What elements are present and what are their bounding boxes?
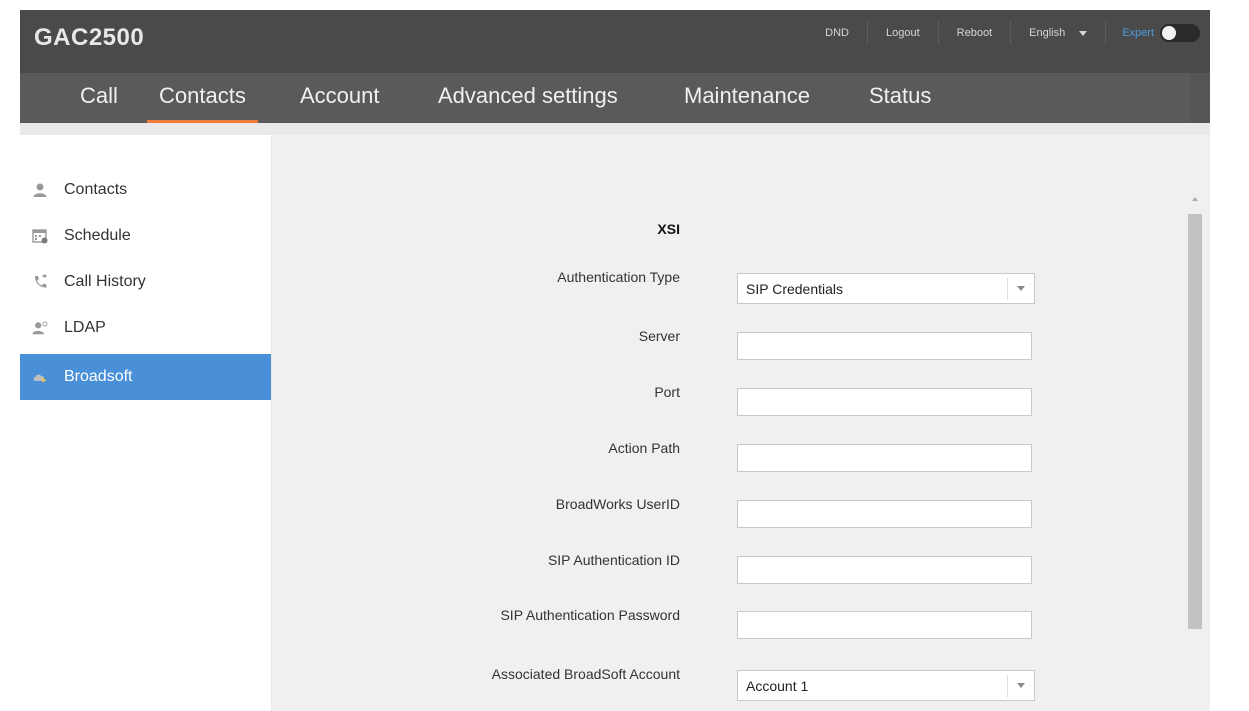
expert-label: Expert bbox=[1122, 27, 1154, 39]
tab-maintenance[interactable]: Maintenance bbox=[684, 73, 810, 123]
form-row-action-path: Action Path bbox=[272, 440, 1210, 472]
expert-toggle[interactable] bbox=[1160, 24, 1200, 42]
field-label: SIP Authentication Password bbox=[500, 607, 680, 623]
chevron-down-icon bbox=[1008, 286, 1034, 291]
sidebar-item-label: Call History bbox=[64, 273, 146, 290]
sidebar-item-contacts[interactable]: Contacts bbox=[20, 167, 271, 213]
top-bar: GAC2500 DND Logout Reboot English Expert bbox=[20, 10, 1210, 73]
form-row-sip-authentication-password: SIP Authentication Password bbox=[272, 607, 1210, 639]
port-input[interactable] bbox=[737, 388, 1032, 416]
form-row-port: Port bbox=[272, 384, 1210, 416]
sidebar-item-broadsoft[interactable]: Broadsoft bbox=[20, 354, 271, 400]
main-nav: Call Contacts Account Advanced settings … bbox=[20, 73, 1210, 123]
logout-link[interactable]: Logout bbox=[868, 21, 939, 45]
language-label: English bbox=[1029, 27, 1066, 39]
tab-contacts[interactable]: Contacts bbox=[147, 73, 258, 123]
form-row-associated-broadsoft-account: Associated BroadSoft Account Account 1 bbox=[272, 666, 1210, 701]
dnd-link[interactable]: DND bbox=[807, 21, 868, 45]
broadworks-userid-input[interactable] bbox=[737, 500, 1032, 528]
expert-mode: Expert bbox=[1106, 24, 1210, 42]
form-row-server: Server bbox=[272, 328, 1210, 360]
reboot-link[interactable]: Reboot bbox=[939, 21, 1012, 45]
form-row-sip-authentication-id: SIP Authentication ID bbox=[272, 552, 1210, 584]
sidebar: Contacts Schedule Call History LDAP Broa… bbox=[20, 135, 271, 711]
scroll-up-arrow-icon[interactable] bbox=[1192, 197, 1198, 201]
authentication-type-select[interactable]: SIP Credentials bbox=[737, 273, 1035, 304]
field-label: Authentication Type bbox=[557, 269, 680, 285]
top-links: DND Logout Reboot English Expert bbox=[807, 10, 1210, 56]
chevron-down-icon bbox=[1008, 683, 1034, 688]
chevron-down-icon bbox=[1079, 30, 1088, 36]
tab-advanced-settings[interactable]: Advanced settings bbox=[438, 73, 618, 123]
sip-authentication-password-input[interactable] bbox=[737, 611, 1032, 639]
language-select[interactable]: English bbox=[1011, 21, 1107, 45]
sidebar-item-label: LDAP bbox=[64, 319, 106, 336]
field-label: Port bbox=[654, 384, 680, 400]
select-value: SIP Credentials bbox=[746, 280, 844, 297]
form-row-broadworks-userid: BroadWorks UserID bbox=[272, 496, 1210, 528]
field-label: Associated BroadSoft Account bbox=[491, 666, 680, 682]
sidebar-item-label: Broadsoft bbox=[64, 368, 133, 385]
sidebar-item-schedule[interactable]: Schedule bbox=[20, 213, 271, 259]
calendar-icon bbox=[32, 228, 48, 244]
main-nav-inner: Call Contacts Account Advanced settings … bbox=[20, 73, 1190, 123]
app-frame: GAC2500 DND Logout Reboot English Expert… bbox=[20, 10, 1210, 711]
settings-panel: XSI Authentication Type SIP Credentials … bbox=[272, 135, 1210, 711]
sip-authentication-id-input[interactable] bbox=[737, 556, 1032, 584]
toggle-knob bbox=[1162, 26, 1176, 40]
action-path-input[interactable] bbox=[737, 444, 1032, 472]
field-label: SIP Authentication ID bbox=[547, 552, 680, 568]
person-icon bbox=[32, 182, 48, 198]
field-label: Action Path bbox=[608, 440, 680, 456]
phone-history-icon bbox=[32, 274, 48, 290]
sidebar-item-ldap[interactable]: LDAP bbox=[20, 305, 271, 351]
ldap-user-icon bbox=[32, 320, 48, 336]
field-label: BroadWorks UserID bbox=[555, 496, 680, 512]
tab-account[interactable]: Account bbox=[300, 73, 380, 123]
cloud-icon bbox=[32, 369, 48, 385]
section-title: XSI bbox=[657, 221, 680, 237]
field-label: Server bbox=[638, 328, 680, 344]
select-value: Account 1 bbox=[746, 677, 809, 694]
form-row-authentication-type: Authentication Type SIP Credentials bbox=[272, 269, 1210, 304]
sidebar-item-call-history[interactable]: Call History bbox=[20, 259, 271, 305]
sidebar-item-label: Schedule bbox=[64, 227, 131, 244]
tab-call[interactable]: Call bbox=[80, 73, 118, 123]
sidebar-item-label: Contacts bbox=[64, 181, 128, 198]
associated-broadsoft-account-select[interactable]: Account 1 bbox=[737, 670, 1035, 701]
tab-status[interactable]: Status bbox=[869, 73, 931, 123]
server-input[interactable] bbox=[737, 332, 1032, 360]
app-logo: GAC2500 bbox=[34, 24, 145, 51]
